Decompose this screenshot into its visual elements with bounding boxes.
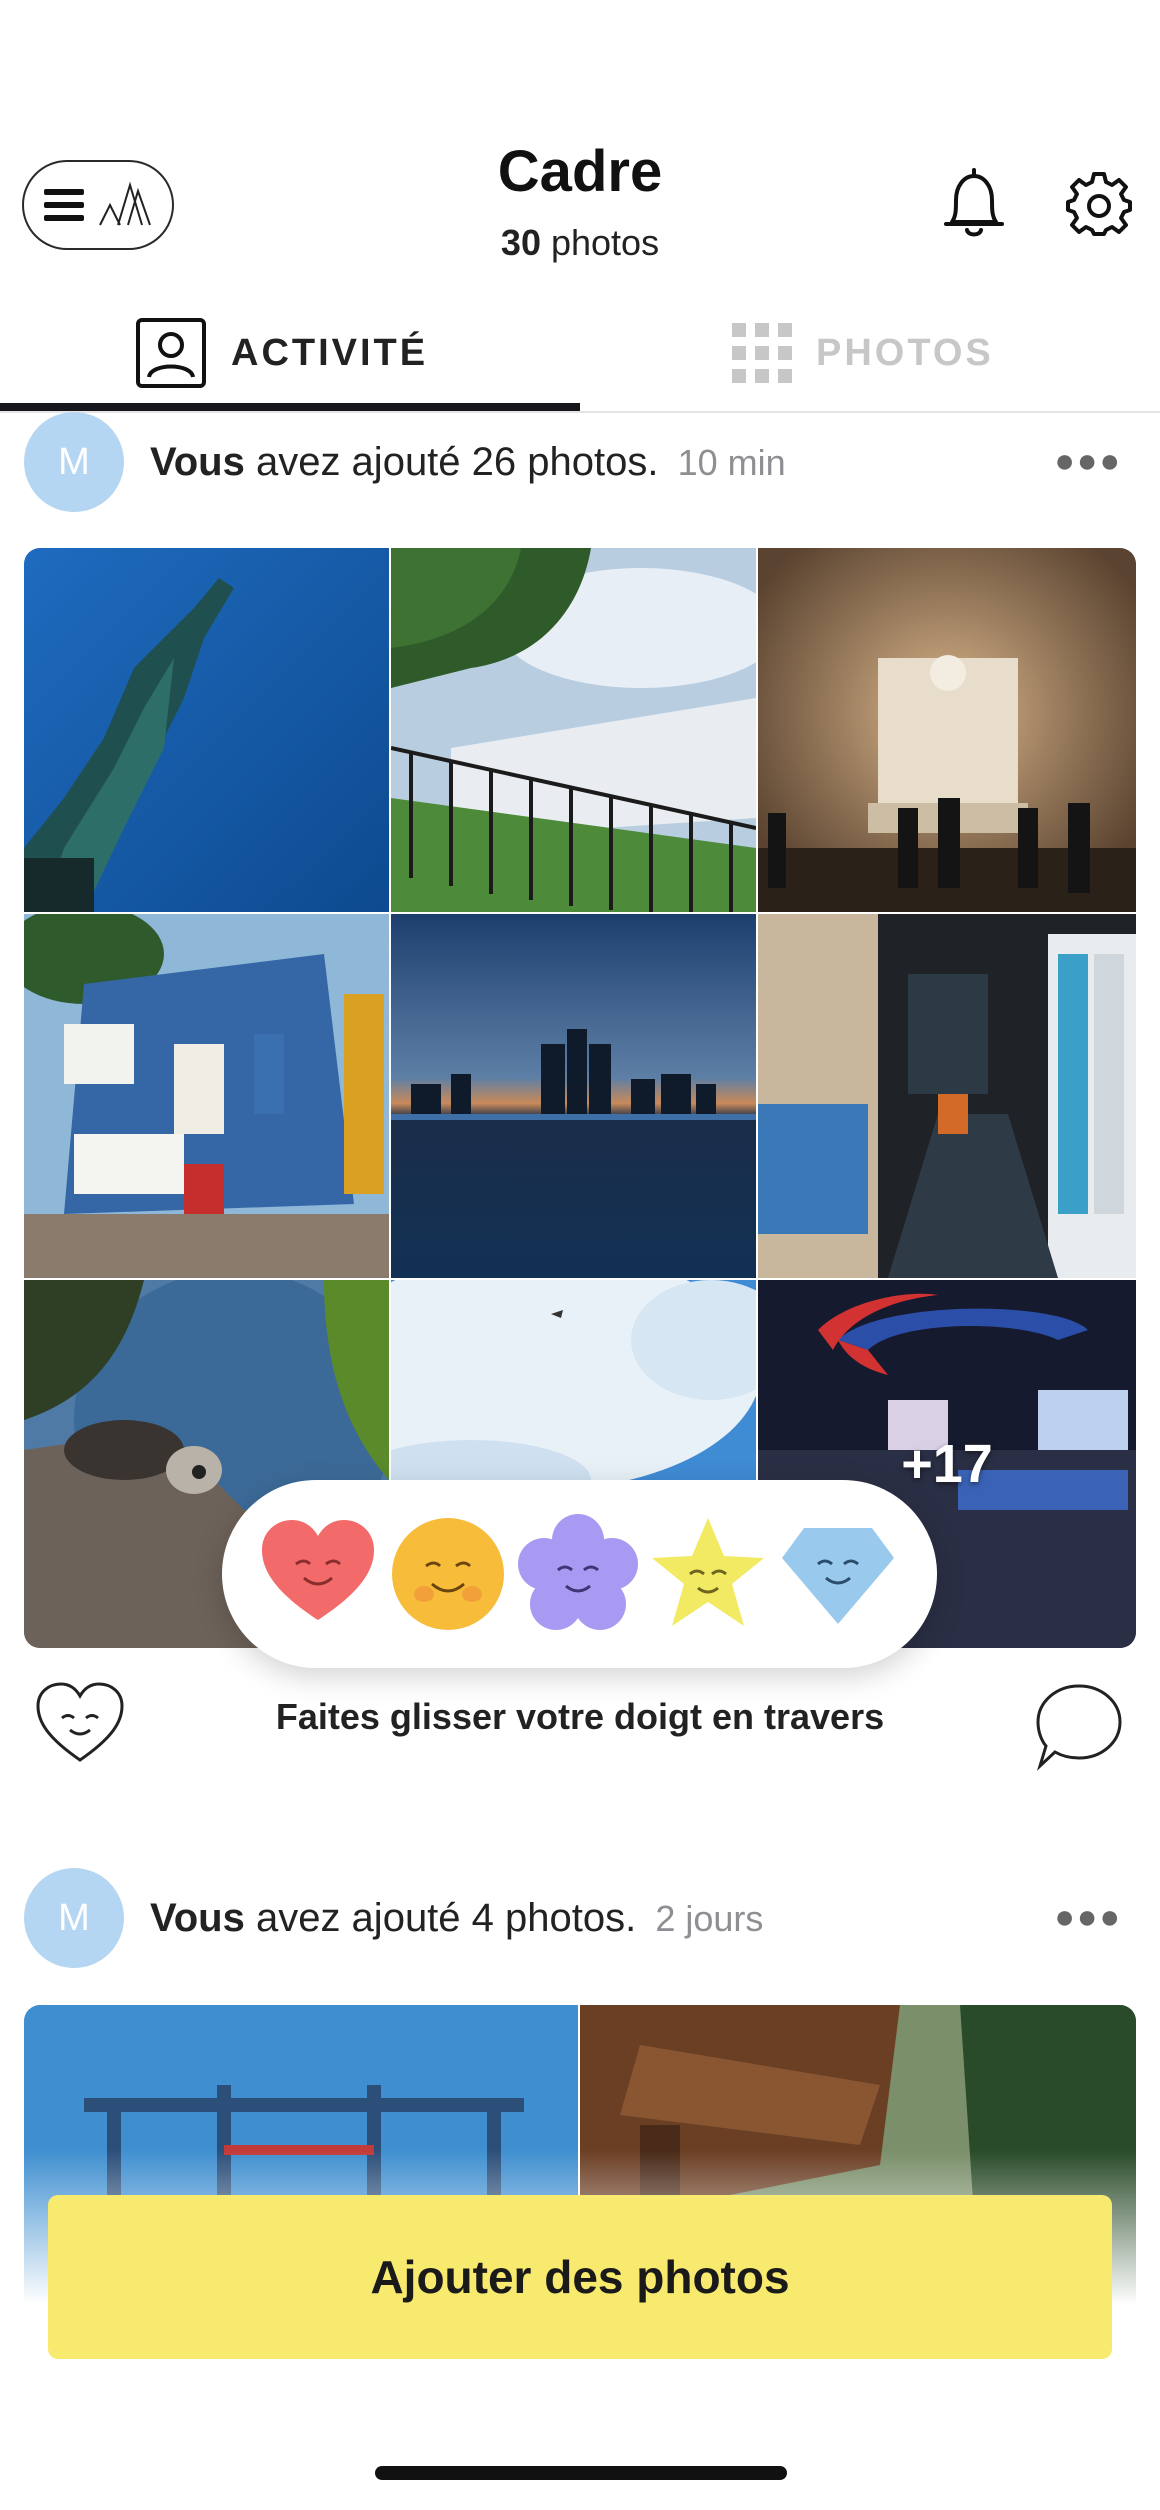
post-actions: Faites glisser votre doigt en travers: [0, 1670, 1160, 1772]
post-summary: Vous avez ajouté 26 photos. 10 min: [150, 440, 786, 485]
grid-icon: [732, 323, 792, 383]
diamond-reaction-icon[interactable]: [778, 1514, 898, 1634]
bell-icon[interactable]: [938, 166, 1010, 242]
tab-activity-label: ACTIVITÉ: [231, 331, 429, 374]
post-action: avez ajouté 26 photos.: [255, 440, 659, 484]
post-header: M Vous avez ajouté 26 photos. 10 min ●●●: [0, 412, 1160, 512]
comment-icon[interactable]: [1034, 1680, 1124, 1772]
active-tab-indicator: [0, 403, 580, 411]
avatar[interactable]: M: [24, 1868, 124, 1968]
smile-face-reaction-icon[interactable]: [388, 1514, 508, 1634]
post-time: 10 min: [677, 442, 786, 483]
more-options-icon[interactable]: ●●●: [1054, 1898, 1122, 1937]
post-time: 2 jours: [655, 1898, 764, 1939]
flower-reaction-icon[interactable]: [518, 1514, 638, 1634]
tab-activity[interactable]: ACTIVITÉ: [135, 295, 428, 411]
post-author: Vous: [150, 440, 245, 484]
tab-photos-label: PHOTOS: [816, 331, 994, 374]
post-summary: Vous avez ajouté 4 photos. 2 jours: [150, 1896, 763, 1941]
reaction-picker: [222, 1480, 937, 1668]
photo-statue-of-liberty[interactable]: [24, 548, 389, 912]
photo-count-number: 30: [500, 222, 541, 263]
person-icon: [136, 318, 206, 388]
avatar[interactable]: M: [24, 412, 124, 512]
add-photos-button[interactable]: Ajouter des photos: [48, 2195, 1112, 2359]
app-header: Cadre 30 photos ACTIVITÉ PHOTOS: [0, 0, 1160, 413]
post-author: Vous: [150, 1896, 245, 1940]
post-header: M Vous avez ajouté 4 photos. 2 jours ●●●: [0, 1868, 1160, 1968]
home-indicator: [375, 2466, 787, 2480]
star-reaction-icon[interactable]: [648, 1514, 768, 1634]
more-options-icon[interactable]: ●●●: [1054, 442, 1122, 481]
photo-lincoln-memorial[interactable]: [758, 548, 1136, 912]
tab-photos[interactable]: PHOTOS: [732, 295, 994, 411]
photo-protest-signs[interactable]: [24, 914, 389, 1278]
tab-bar: ACTIVITÉ PHOTOS: [0, 295, 1160, 413]
photo-city-skyline[interactable]: [391, 914, 756, 1278]
gear-icon[interactable]: [1066, 170, 1132, 236]
heart-reaction-icon[interactable]: [258, 1514, 378, 1634]
post-action: avez ajouté 4 photos.: [255, 1896, 637, 1940]
photo-count-label: photos: [550, 222, 660, 263]
swipe-hint: Faites glisser votre doigt en travers: [275, 1696, 885, 1737]
photo-white-house[interactable]: [391, 548, 756, 912]
photo-night-alley[interactable]: [758, 914, 1136, 1278]
